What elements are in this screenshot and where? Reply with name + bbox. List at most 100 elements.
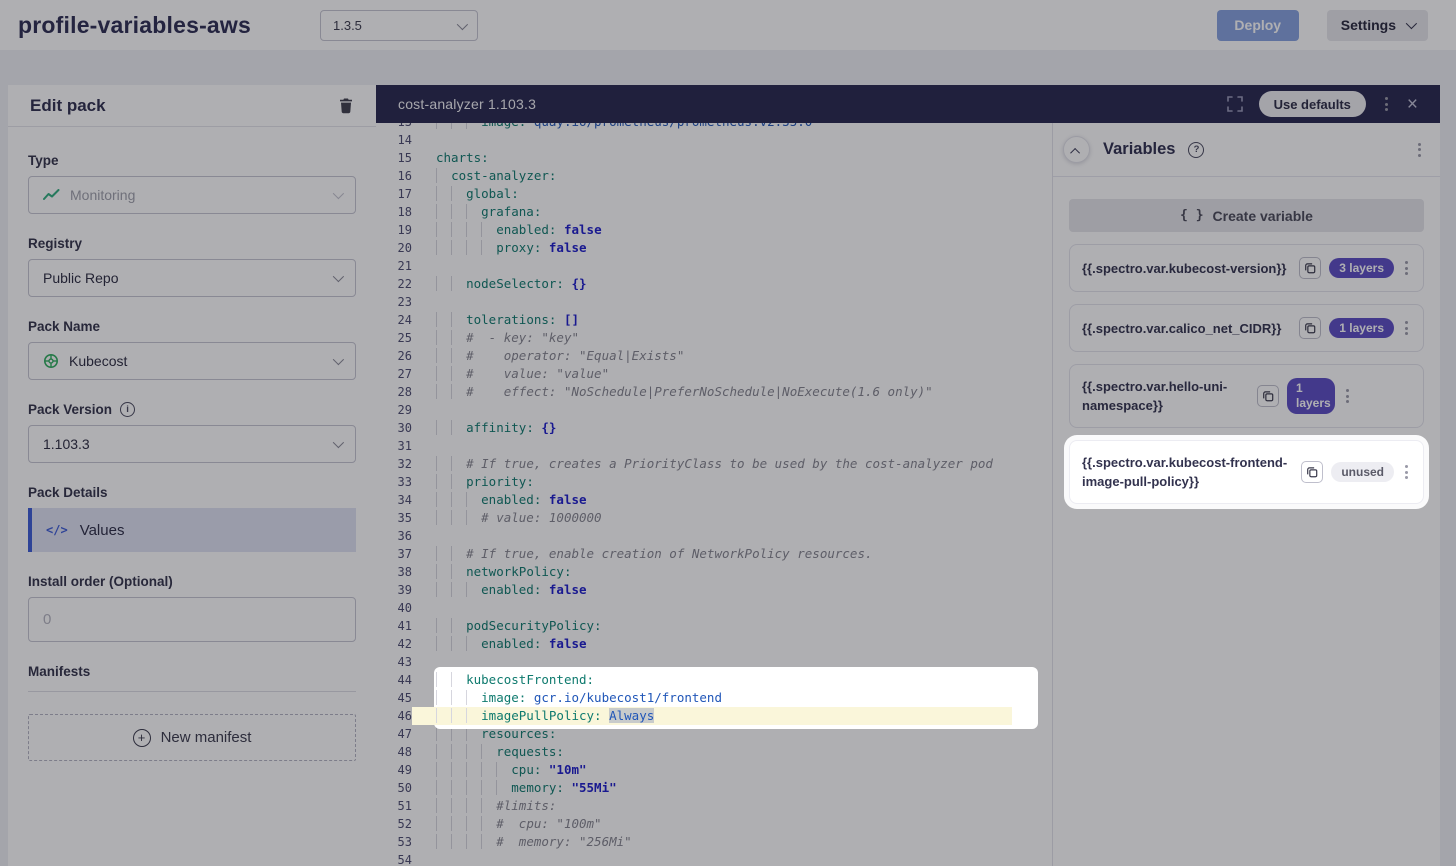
line-number: 54 [376,851,412,866]
variable-name: {{.spectro.var.kubecost-frontend-image-p… [1082,453,1301,491]
line-number: 50 [376,779,412,797]
copy-icon[interactable] [1299,317,1321,339]
line-number: 41 [376,617,412,635]
line-number: 39 [376,581,412,599]
edit-pack-title: Edit pack [30,96,106,116]
line-number: 16 [376,167,412,185]
editor-header: cost-analyzer 1.103.3 Use defaults × [376,85,1440,123]
line-number: 21 [376,257,412,275]
line-number: 35 [376,509,412,527]
code-icon: </> [46,523,68,537]
pack-version-value: 1.103.3 [43,436,90,452]
pack-details-label: Pack Details [28,485,356,500]
manifests-label: Manifests [28,664,356,679]
variable-name: {{.spectro.var.hello-uni-namespace}} [1082,377,1257,415]
line-number: 37 [376,545,412,563]
line-number: 23 [376,293,412,311]
monitoring-icon [43,189,60,201]
kebab-menu-icon[interactable] [1402,318,1411,338]
pack-name-label: Pack Name [28,319,356,334]
edit-pack-sidebar: Edit pack Type Monitoring Registry Publi… [8,85,376,866]
line-number: 46 [376,707,412,725]
line-number: 28 [376,383,412,401]
chevron-up-icon [1070,147,1080,157]
line-number: 42 [376,635,412,653]
line-number: 31 [376,437,412,455]
trash-icon[interactable] [338,97,354,114]
line-number: 14 [376,131,412,149]
create-variable-button[interactable]: { } Create variable [1069,199,1424,232]
copy-icon[interactable] [1299,257,1321,279]
chevron-down-icon [457,18,468,29]
copy-icon[interactable] [1257,385,1279,407]
profile-version-select[interactable]: 1.3.5 [320,10,478,41]
line-number: 18 [376,203,412,221]
variable-row[interactable]: {{.spectro.var.hello-uni-namespace}} 1 l… [1069,364,1424,428]
variable-row[interactable]: {{.spectro.var.calico_net_CIDR}} 1 layer… [1069,304,1424,352]
layers-badge: unused [1331,462,1394,482]
variable-name: {{.spectro.var.kubecost-version}} [1082,259,1299,278]
variable-row[interactable]: {{.spectro.var.kubecost-version}} 3 laye… [1069,244,1424,292]
kebab-menu-icon[interactable] [1343,386,1352,406]
deploy-button[interactable]: Deploy [1217,10,1299,41]
line-number: 47 [376,725,412,743]
app-root: profile-variables-aws 1.3.5 Deploy Setti… [0,0,1456,866]
pack-details-values-tab[interactable]: </> Values [28,508,356,552]
new-manifest-button[interactable]: + New manifest [28,714,356,761]
create-variable-label: Create variable [1213,208,1313,224]
line-number: 27 [376,365,412,383]
collapse-panel-button[interactable] [1063,136,1090,163]
line-number: 17 [376,185,412,203]
use-defaults-button[interactable]: Use defaults [1259,91,1366,117]
settings-label: Settings [1341,17,1396,33]
help-icon[interactable]: ? [1188,142,1204,158]
type-value: Monitoring [70,187,135,203]
close-icon[interactable]: × [1407,95,1418,114]
line-number: 25 [376,329,412,347]
line-number: 30 [376,419,412,437]
values-label: Values [80,522,125,539]
line-number: 34 [376,491,412,509]
variable-row[interactable]: {{.spectro.var.kubecost-frontend-image-p… [1069,440,1424,504]
type-select[interactable]: Monitoring [28,176,356,214]
line-number: 38 [376,563,412,581]
variable-name: {{.spectro.var.calico_net_CIDR}} [1082,319,1299,338]
chevron-down-icon [333,437,344,448]
registry-select[interactable]: Public Repo [28,259,356,297]
info-icon[interactable]: i [120,402,135,417]
line-number: 22 [376,275,412,293]
kebab-menu-icon[interactable] [1402,462,1411,482]
variables-header: Variables ? [1053,123,1440,176]
line-number: 26 [376,347,412,365]
braces-icon: { } [1180,208,1203,223]
settings-button[interactable]: Settings [1327,10,1428,41]
editor-menu-icon[interactable] [1382,94,1391,114]
pack-name-value: Kubecost [69,353,127,369]
pack-name-select[interactable]: Kubecost [28,342,356,380]
chevron-down-icon [333,271,344,282]
line-number: 43 [376,653,412,671]
manifests-divider [28,691,356,692]
copy-icon[interactable] [1301,461,1323,483]
plus-icon: + [133,729,151,747]
panel-menu-icon[interactable] [1415,140,1424,160]
layers-badge: 1 layers [1287,378,1335,414]
variables-title: Variables [1103,140,1175,159]
expand-icon[interactable] [1227,96,1243,112]
variables-divider [1053,176,1440,177]
type-label: Type [28,153,356,168]
chevron-down-icon [333,354,344,365]
pack-version-select[interactable]: 1.103.3 [28,425,356,463]
topbar: profile-variables-aws 1.3.5 Deploy Setti… [0,0,1456,50]
install-order-input[interactable] [28,597,356,642]
line-number: 48 [376,743,412,761]
line-number: 32 [376,455,412,473]
line-number: 52 [376,815,412,833]
line-number: 53 [376,833,412,851]
line-number: 44 [376,671,412,689]
line-number: 24 [376,311,412,329]
registry-label: Registry [28,236,356,251]
line-number: 29 [376,401,412,419]
kebab-menu-icon[interactable] [1402,258,1411,278]
line-number: 36 [376,527,412,545]
